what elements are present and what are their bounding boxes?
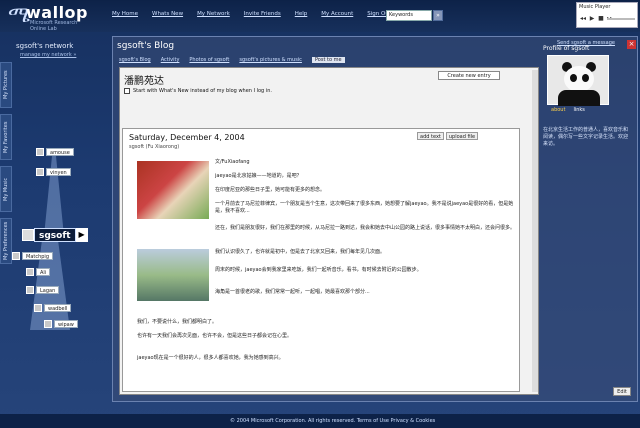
- profile-tabs: about links: [547, 107, 589, 113]
- link-blog[interactable]: sgsoft's Blog: [119, 57, 151, 63]
- scrollbar[interactable]: [532, 70, 538, 392]
- avatar: [26, 268, 34, 276]
- node-label: wadbell: [44, 304, 72, 312]
- nav-whats-new[interactable]: Whats New: [152, 11, 183, 21]
- stop-icon[interactable]: ■: [597, 15, 605, 23]
- my-node[interactable]: sgsoft ▶: [22, 228, 88, 242]
- post-paragraph: 周末的时候，jaeyao会到我家里来吃饭，我们一起听音乐，看书，有时候去附近的公…: [215, 267, 422, 273]
- top-bar: ሜ wallop Microsoft Research Online Lab M…: [0, 0, 640, 32]
- post-paragraph: 文/FuXiaofang: [215, 159, 250, 165]
- search-button[interactable]: »: [433, 10, 443, 21]
- post-photo[interactable]: [137, 161, 209, 219]
- nav-my-network[interactable]: My Network: [197, 11, 230, 21]
- post-actions: add text upload file: [417, 132, 480, 140]
- arrow-right-icon[interactable]: ▶: [75, 228, 88, 242]
- post-photo[interactable]: [137, 249, 209, 301]
- music-player: Music Player ◂◂ ▶ ■ ▸▸: [576, 2, 638, 28]
- post-paragraph: 还在，我们是朋友很好，我们在那里的时候，从马尼拉一路到达，我会和她去中山公园的路…: [215, 225, 516, 231]
- add-text-button[interactable]: add text: [417, 132, 444, 140]
- tab-links[interactable]: links: [569, 107, 588, 113]
- play-icon[interactable]: ▶: [588, 15, 596, 23]
- rewind-icon[interactable]: ◂◂: [579, 15, 587, 23]
- panda-eye: [570, 74, 577, 82]
- blog-window: sgsoft's Blog sgsoft's Blog Activity Pho…: [112, 36, 638, 402]
- footer-text: © 2004 Microsoft Corporation. All rights…: [230, 418, 436, 424]
- post-author: sgsoft (Fu Xiaorong): [129, 144, 180, 150]
- tab-my-favorites[interactable]: My Favorites: [0, 114, 12, 160]
- post-date: Saturday, December 4, 2004: [129, 133, 245, 142]
- node-label: vinyen: [46, 168, 71, 176]
- wallop-logo[interactable]: ሜ wallop Microsoft Research Online Lab: [8, 2, 108, 32]
- post-paragraph: 海角是一首很老的歌，我们常常一起听，一起唱，她最喜欢那个部分...: [215, 289, 370, 295]
- avatar: [36, 168, 44, 176]
- post-paragraph: 我们，不要说什么，我们都明白了。: [137, 319, 218, 325]
- network-title: sgsoft's network: [16, 42, 74, 50]
- edit-button[interactable]: Edit: [613, 387, 631, 396]
- checkbox-label: Start with What's New instead of my blog…: [133, 88, 272, 94]
- window-title: sgsoft's Blog: [117, 41, 175, 51]
- post-paragraph: jaeyao现在是一个很好的人，很多人都喜欢她，我为她感到高兴。: [137, 355, 284, 361]
- vertical-tabs: My Pictures My Favorites My Music My Pre…: [0, 62, 12, 282]
- tab-my-pictures[interactable]: My Pictures: [0, 62, 12, 108]
- avatar: [34, 304, 42, 312]
- nav-help[interactable]: Help: [295, 11, 308, 21]
- upload-file-button[interactable]: upload file: [445, 132, 479, 140]
- manage-network-link[interactable]: manage my network »: [20, 52, 76, 58]
- footer: © 2004 Microsoft Corporation. All rights…: [0, 414, 640, 428]
- node-label: Lagan: [36, 286, 60, 294]
- link-activity[interactable]: Activity: [161, 57, 180, 63]
- checkbox[interactable]: [124, 88, 130, 94]
- panda-face: [564, 66, 594, 92]
- tab-my-preferences[interactable]: My Preferences: [0, 218, 12, 264]
- nav-my-account[interactable]: My Account: [321, 11, 353, 21]
- panda-body: [558, 90, 600, 106]
- search-input[interactable]: Keywords: [386, 10, 432, 21]
- avatar: [44, 320, 52, 328]
- network-node[interactable]: Lagan: [26, 286, 60, 294]
- profile-panel: Profile of sgsoft about links 在北京生活工作的普通…: [543, 45, 633, 385]
- network-node[interactable]: wipaw: [44, 320, 78, 328]
- network-node[interactable]: Matchpig: [12, 252, 53, 260]
- avatar: [26, 286, 34, 294]
- main-nav: My Home Whats New My Network Invite Frie…: [112, 11, 405, 21]
- avatar: [36, 148, 44, 156]
- my-node-label: sgsoft: [34, 228, 76, 242]
- post-paragraph: jaeyao是北京姑娘——地道的，是吧？: [215, 173, 302, 179]
- music-player-title: Music Player: [579, 4, 611, 10]
- link-pictures-music[interactable]: sgsoft's pictures & music: [239, 57, 302, 63]
- blog-post: Saturday, December 4, 2004 add text uplo…: [122, 128, 520, 392]
- logo-subtitle: Microsoft Research Online Lab: [30, 20, 78, 32]
- nav-invite-friends[interactable]: Invite Friends: [244, 11, 281, 21]
- panda-eye: [582, 74, 589, 82]
- network-node[interactable]: Ali: [26, 268, 51, 276]
- profile-text: 在北京生活工作的普通人，喜欢音乐和阅读，偶尔写一些文字记录生活。欢迎来访。: [543, 127, 629, 147]
- post-paragraph: 我们认识很久了，也许就是初中，但是去了北京又回来，我们每年见几次面。: [215, 249, 386, 255]
- volume-slider[interactable]: [607, 18, 635, 20]
- create-entry-button[interactable]: Create new entry: [438, 71, 500, 80]
- avatar: [22, 229, 34, 241]
- nav-my-home[interactable]: My Home: [112, 11, 138, 21]
- tab-about[interactable]: about: [547, 107, 569, 113]
- post-paragraph: 一个月前去了马尼拉菲律宾，一个朋友是当个生意，这次带回来了很多东西，她想要了解j…: [215, 201, 514, 214]
- post-paragraph: 也许有一天我们会再次见面，也许不会，但是这些日子都会记在心里。: [137, 333, 293, 339]
- node-label: amouse: [46, 148, 74, 156]
- blog-name: 潘鹏苑达: [124, 76, 164, 87]
- network-node[interactable]: wadbell: [34, 304, 72, 312]
- profile-picture[interactable]: [547, 55, 609, 106]
- network-node[interactable]: amouse: [36, 148, 74, 156]
- tab-my-music[interactable]: My Music: [0, 166, 12, 212]
- window-links: sgsoft's Blog Activity Photos of sgsoft …: [119, 57, 355, 63]
- blog-content: 潘鹏苑达 Create new entry Start with What's …: [119, 67, 539, 395]
- link-photos[interactable]: Photos of sgsoft: [189, 57, 229, 63]
- start-with-whats-new[interactable]: Start with What's New instead of my blog…: [124, 88, 272, 94]
- network-node[interactable]: vinyen: [36, 168, 71, 176]
- post-paragraph: 在印度尼亚的那些日子里，她可能有更多的想念。: [215, 187, 326, 193]
- node-label: Ali: [36, 268, 51, 276]
- link-post-to-me[interactable]: Post to me: [311, 57, 345, 63]
- avatar: [12, 252, 20, 260]
- profile-title: Profile of sgsoft: [543, 45, 590, 52]
- node-label: Matchpig: [22, 252, 53, 260]
- node-label: wipaw: [54, 320, 78, 328]
